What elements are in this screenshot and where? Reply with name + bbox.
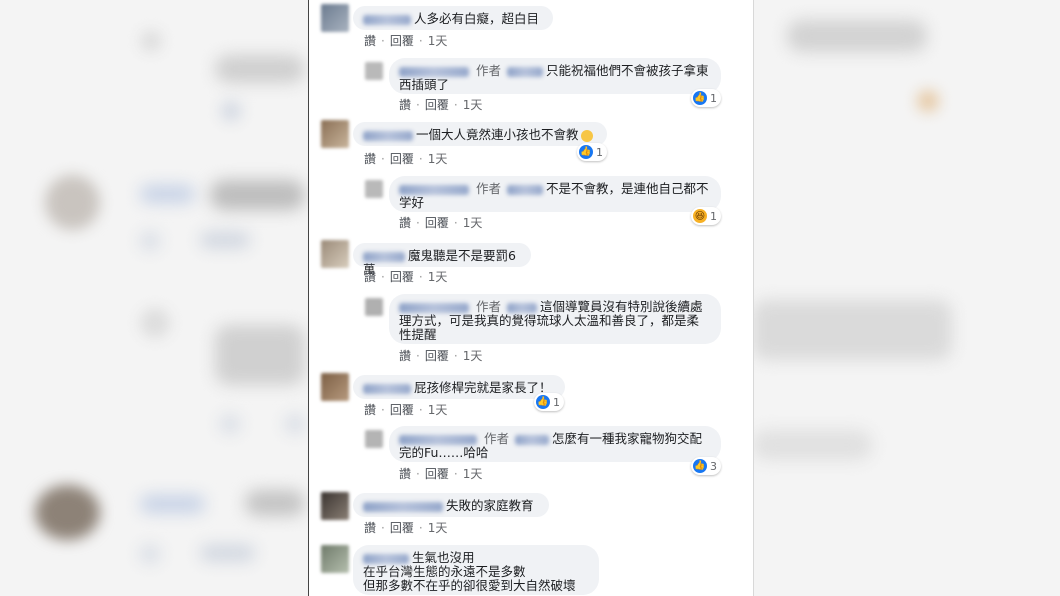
blurred-background-left [0, 0, 308, 596]
reply-link[interactable]: 回覆 [425, 216, 449, 230]
timestamp[interactable]: 1天 [463, 467, 483, 481]
like-link[interactable]: 讚 [399, 216, 411, 230]
comment-actions: 讚 · 回覆 · 1天 [399, 216, 483, 230]
like-icon: 👍 [693, 459, 707, 473]
comment-panel[interactable]: 人多必有白癡，超白目 讚 · 回覆 · 1天 作者 只能祝福他們不會被孩子拿東西插頭了 👍… [308, 0, 754, 596]
reaction-count[interactable]: 👍 1 [577, 143, 607, 161]
reply-link[interactable]: 回覆 [390, 403, 414, 417]
reply-link[interactable]: 回覆 [390, 152, 414, 166]
like-link[interactable]: 讚 [364, 270, 376, 284]
like-link[interactable]: 讚 [364, 403, 376, 417]
blurred-background-right [752, 0, 1060, 596]
comment-actions: 讚 · 回覆 · 1天 [399, 98, 483, 112]
comment-actions: 讚 · 回覆 · 1天 [364, 270, 448, 284]
avatar[interactable] [321, 492, 349, 520]
avatar[interactable] [321, 545, 349, 573]
timestamp[interactable]: 1天 [428, 521, 448, 535]
like-link[interactable]: 讚 [399, 349, 411, 363]
avatar[interactable] [365, 180, 383, 198]
smile-emoji-icon [580, 129, 593, 142]
comment-actions: 讚 · 回覆 · 1天 [364, 403, 448, 417]
timestamp[interactable]: 1天 [428, 403, 448, 417]
avatar[interactable] [321, 120, 349, 148]
reply-link[interactable]: 回覆 [390, 270, 414, 284]
like-icon: 👍 [693, 91, 707, 105]
reaction-count[interactable]: 👍 3 [691, 457, 721, 475]
avatar[interactable] [365, 298, 383, 316]
reply-link[interactable]: 回覆 [390, 521, 414, 535]
like-icon: 👍 [579, 145, 593, 159]
comment-actions: 讚 · 回覆 · 1天 [364, 34, 448, 48]
comment-actions: 讚 · 回覆 · 1天 [399, 467, 483, 481]
reply-link[interactable]: 回覆 [425, 349, 449, 363]
comment-bubble[interactable]: 生氣也沒用 在乎台灣生態的永遠不是多數 但那多數不在乎的卻很愛到大自然破壞 [353, 545, 599, 595]
comment-bubble[interactable]: 一個大人竟然連小孩也不會教 [353, 122, 607, 146]
reply-link[interactable]: 回覆 [425, 467, 449, 481]
comment-text: 生氣也沒用 [412, 550, 475, 565]
comment-actions: 讚 · 回覆 · 1天 [399, 349, 483, 363]
reply-link[interactable]: 回覆 [425, 98, 449, 112]
author-badge: 作者 [484, 431, 510, 446]
reply-link[interactable]: 回覆 [390, 34, 414, 48]
timestamp[interactable]: 1天 [463, 349, 483, 363]
timestamp[interactable]: 1天 [463, 98, 483, 112]
comment-bubble[interactable]: 作者 只能祝福他們不會被孩子拿東西插頭了 [389, 58, 721, 94]
author-badge: 作者 [476, 63, 502, 78]
comment-bubble[interactable]: 失敗的家庭教育 [353, 493, 549, 517]
like-link[interactable]: 讚 [364, 521, 376, 535]
comment-text: 失敗的家庭教育 [446, 498, 534, 513]
comment-actions: 讚 · 回覆 · 1天 [364, 521, 448, 535]
comment-bubble[interactable]: 作者 不是不會教，是連他自己都不学好 [389, 176, 721, 212]
like-link[interactable]: 讚 [399, 467, 411, 481]
comment-bubble[interactable]: 屁孩修桿完就是家長了！ [353, 375, 565, 399]
avatar[interactable] [321, 240, 349, 268]
timestamp[interactable]: 1天 [428, 270, 448, 284]
comment-text: 人多必有白癡，超白目 [414, 11, 540, 26]
timestamp[interactable]: 1天 [463, 216, 483, 230]
timestamp[interactable]: 1天 [428, 34, 448, 48]
comment-actions: 讚 · 回覆 · 1天 [364, 152, 448, 166]
haha-icon: 😆 [693, 209, 707, 223]
timestamp[interactable]: 1天 [428, 152, 448, 166]
comment-bubble[interactable]: 人多必有白癡，超白目 [353, 6, 553, 30]
avatar[interactable] [365, 430, 383, 448]
comment-bubble[interactable]: 作者 這個導覽員沒有特別說後續處理方式，可是我真的覺得琉球人太溫和善良了，都是柔性… [389, 294, 721, 344]
like-link[interactable]: 讚 [399, 98, 411, 112]
like-link[interactable]: 讚 [364, 34, 376, 48]
comment-text: 在乎台灣生態的永遠不是多數 [363, 564, 526, 579]
avatar[interactable] [321, 4, 349, 32]
author-badge: 作者 [476, 181, 502, 196]
like-icon: 👍 [536, 395, 550, 409]
comment-text: 但那多數不在乎的卻很愛到大自然破壞 [363, 578, 576, 593]
comment-bubble[interactable]: 作者 怎麼有一種我家寵物狗交配完的Fu……哈哈 [389, 426, 721, 462]
reaction-count[interactable]: 😆 1 [691, 207, 721, 225]
avatar[interactable] [321, 373, 349, 401]
avatar[interactable] [365, 62, 383, 80]
comment-text: 屁孩修桿完就是家長了！ [414, 380, 552, 395]
comment-text: 一個大人竟然連小孩也不會教 [416, 127, 579, 142]
reaction-count[interactable]: 👍 1 [691, 89, 721, 107]
like-link[interactable]: 讚 [364, 152, 376, 166]
author-badge: 作者 [476, 299, 502, 314]
reaction-count[interactable]: 👍 1 [534, 393, 564, 411]
comment-bubble[interactable]: 魔鬼聽是不是要罰6萬 [353, 243, 531, 277]
